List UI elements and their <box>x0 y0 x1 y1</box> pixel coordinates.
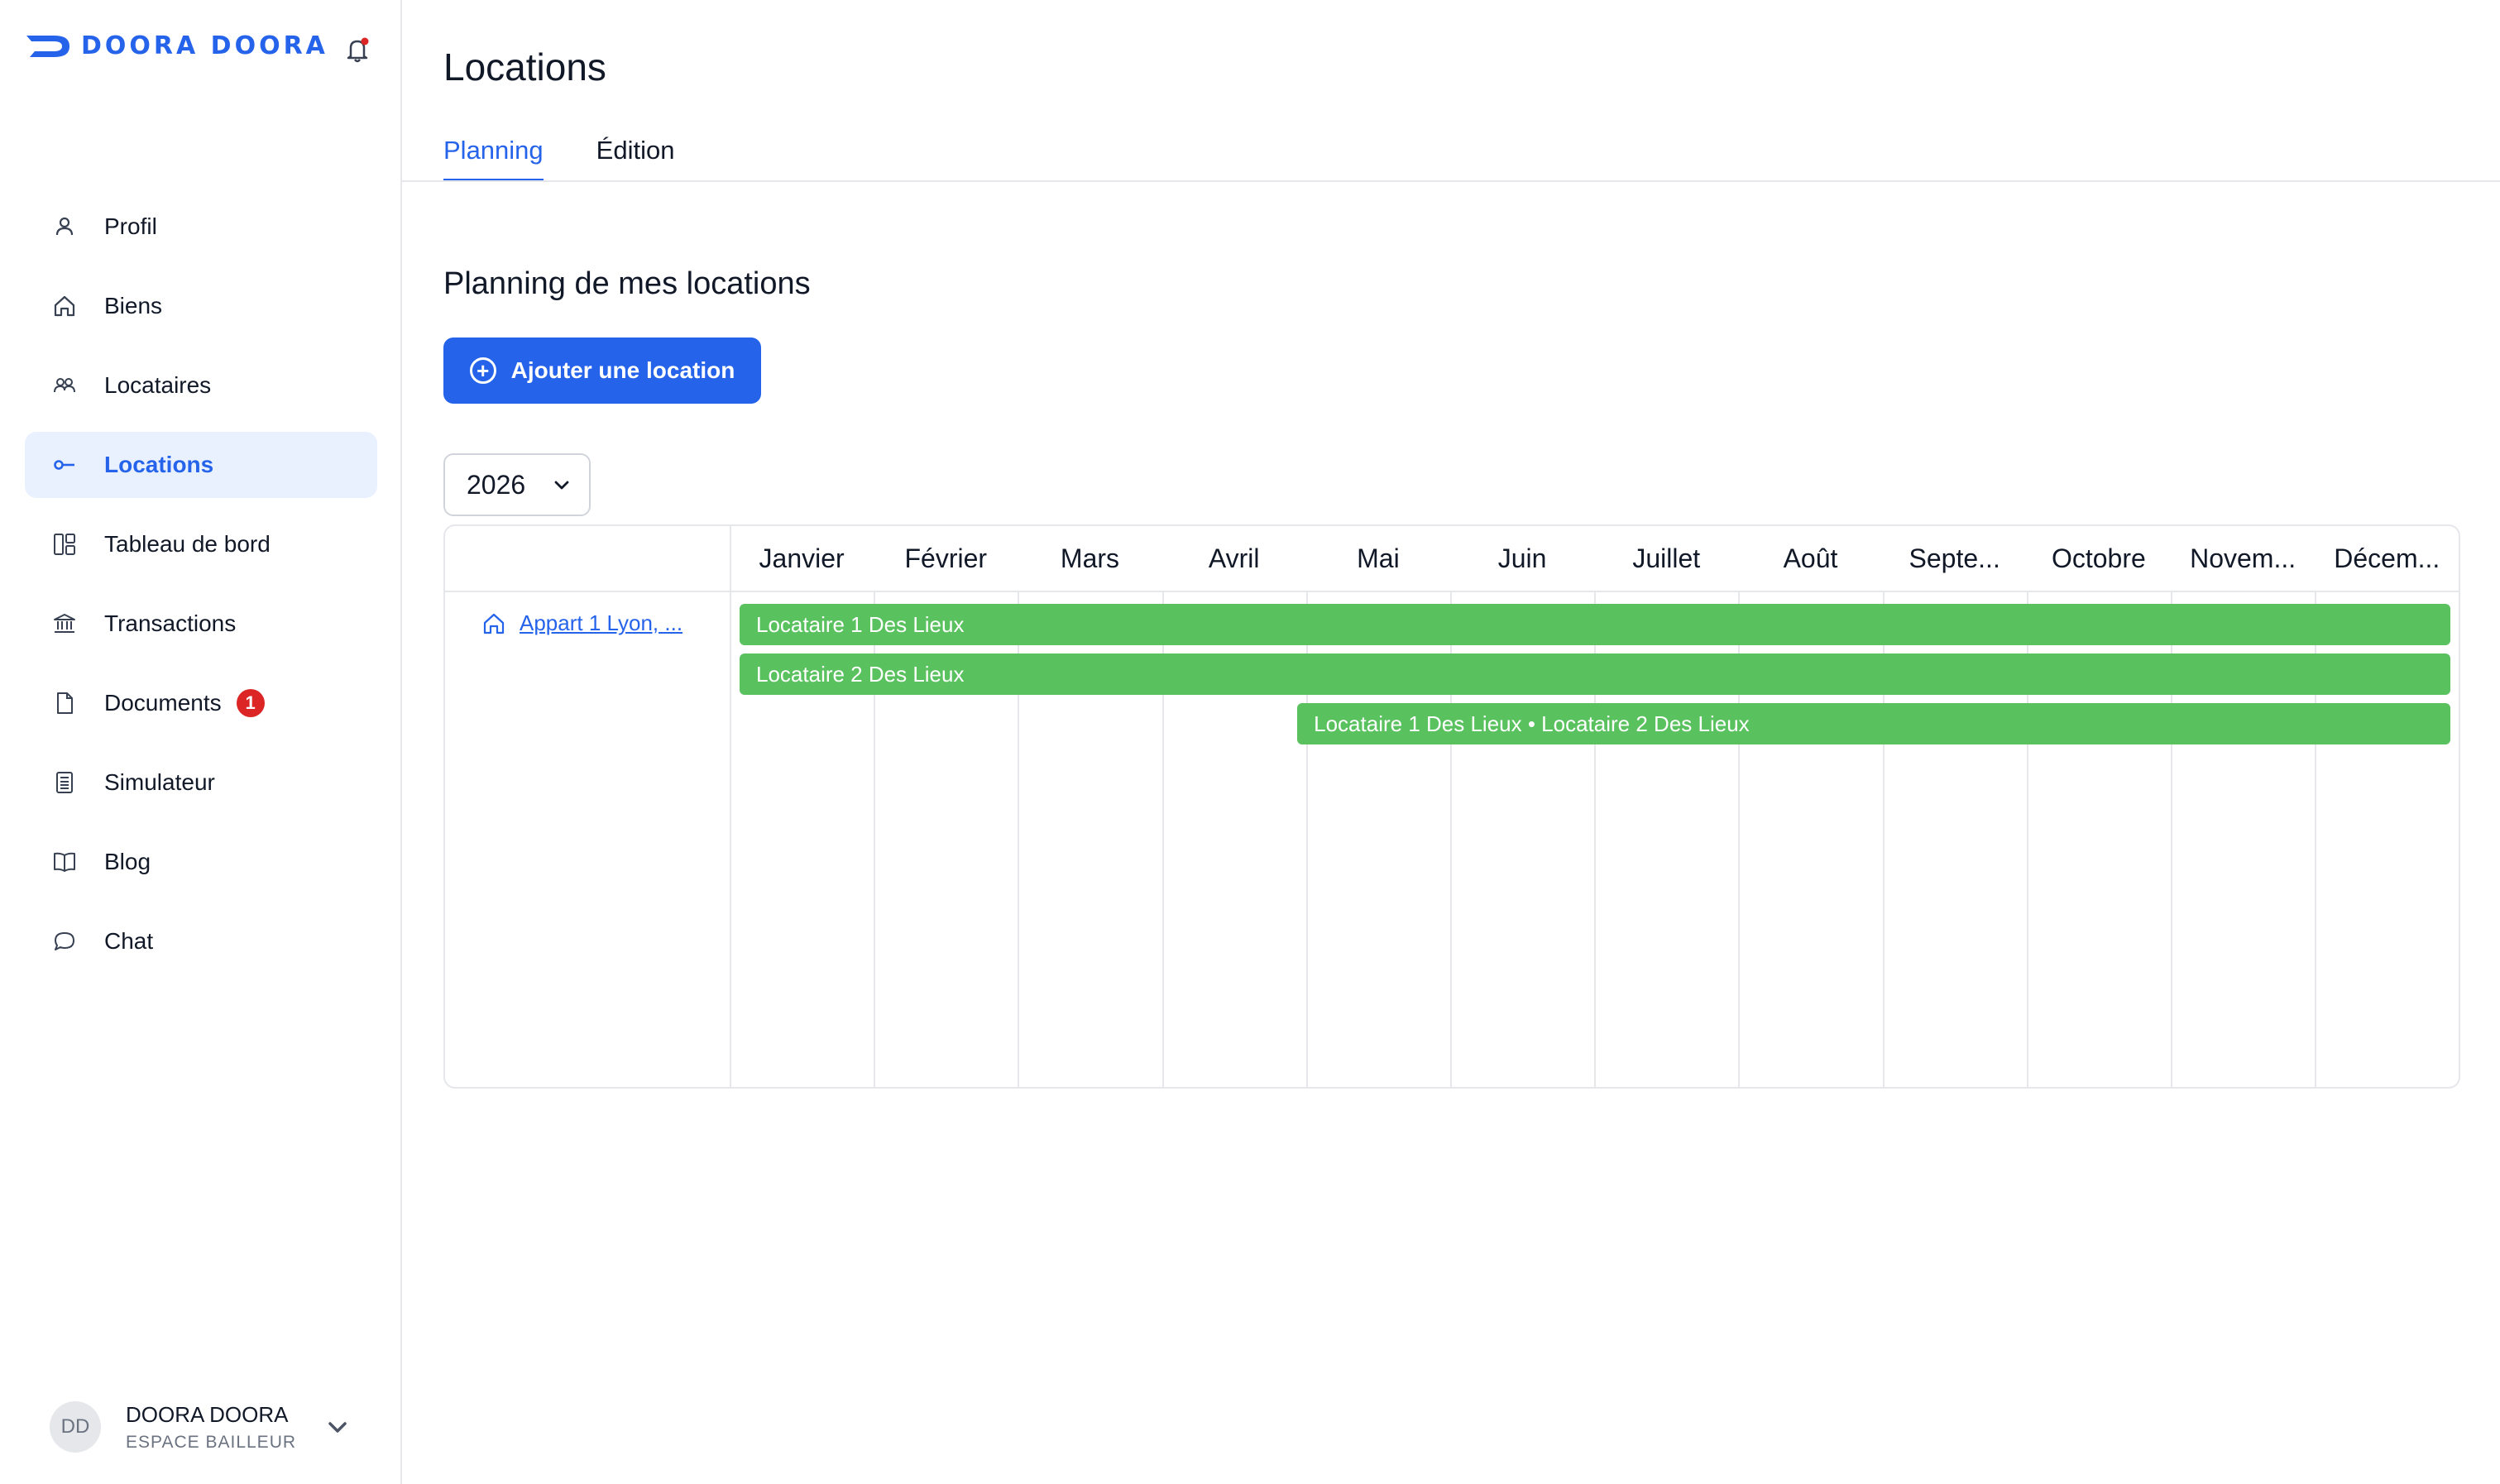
gantt-header-divider <box>445 591 2459 592</box>
sidebar-item-chat[interactable]: Chat <box>25 908 377 974</box>
calculator-icon <box>50 768 79 797</box>
users-icon <box>50 371 79 400</box>
sidebar-item-label: Tableau de bord <box>104 531 271 557</box>
brand-logo[interactable]: DOORA DOORA <box>25 31 328 60</box>
month-header: Mars <box>1060 543 1120 573</box>
tabs-divider <box>402 180 2500 182</box>
notification-bell-icon[interactable] <box>341 33 374 66</box>
dashboard-icon <box>50 529 79 559</box>
doora-logo-icon <box>26 35 69 57</box>
sidebar-item-transactions[interactable]: Transactions <box>25 591 377 657</box>
sidebar-item-label: Chat <box>104 928 154 954</box>
home-icon <box>50 291 79 321</box>
sidebar: DOORA DOORA Profil Biens Locataires Loca… <box>0 0 402 1484</box>
avatar: DD <box>50 1401 101 1453</box>
sidebar-item-label: Profil <box>104 213 157 239</box>
property-row-label: Appart 1 Lyon, ... <box>481 610 682 636</box>
sidebar-item-label: Simulateur <box>104 769 215 795</box>
month-header: Mai <box>1357 543 1400 573</box>
sidebar-item-blog[interactable]: Blog <box>25 829 377 895</box>
sidebar-item-documents[interactable]: Documents 1 <box>25 670 377 736</box>
month-header: Avril <box>1208 543 1260 573</box>
sidebar-item-label: Biens <box>104 293 163 318</box>
plus-circle-icon: + <box>469 357 496 384</box>
month-header: Juin <box>1497 543 1547 573</box>
month-header: Février <box>904 543 988 573</box>
property-link[interactable]: Appart 1 Lyon, ... <box>520 610 682 636</box>
add-location-label: Ajouter une location <box>510 357 735 383</box>
sidebar-item-simulateur[interactable]: Simulateur <box>25 749 377 816</box>
chevron-down-icon[interactable] <box>323 1413 352 1443</box>
tab-bar: Planning Édition <box>443 136 674 182</box>
notification-badge: 1 <box>236 689 265 717</box>
document-icon <box>50 688 79 718</box>
month-header: Novem... <box>2190 543 2296 573</box>
rental-bar[interactable]: Locataire 1 Des Lieux • Locataire 2 Des … <box>1297 703 2451 744</box>
key-icon <box>50 450 79 480</box>
bank-icon <box>50 609 79 639</box>
sidebar-nav: Profil Biens Locataires Locations Tablea… <box>25 194 377 988</box>
month-header: Août <box>1783 543 1838 573</box>
sidebar-item-biens[interactable]: Biens <box>25 273 377 339</box>
sidebar-item-profil[interactable]: Profil <box>25 194 377 260</box>
chevron-down-icon <box>554 481 569 490</box>
brand-name: DOORA DOORA <box>81 31 328 60</box>
sidebar-item-label: Locataires <box>104 372 212 398</box>
home-icon <box>483 613 505 634</box>
sidebar-item-label: Transactions <box>104 610 237 636</box>
chat-icon <box>50 926 79 956</box>
sidebar-item-label: Documents <box>104 690 222 716</box>
year-select[interactable]: 2026 <box>443 453 591 516</box>
tab-planning[interactable]: Planning <box>443 136 544 182</box>
page-title: Locations <box>443 45 606 89</box>
book-icon <box>50 847 79 877</box>
month-header: Décem... <box>2334 543 2440 573</box>
year-value: 2026 <box>467 469 526 500</box>
gantt-column-divider <box>730 526 731 1087</box>
sidebar-item-tableau-de-bord[interactable]: Tableau de bord <box>25 511 377 577</box>
month-header: Octobre <box>2051 543 2146 573</box>
user-menu[interactable]: DD DOORA DOORA ESPACE BAILLEUR <box>50 1398 364 1456</box>
planning-gantt: Janvier Février Mars Avril Mai Juin Juillet Aoû… <box>443 524 2460 1089</box>
add-location-button[interactable]: + Ajouter une location <box>443 337 761 404</box>
user-role: ESPACE BAILLEUR <box>126 1432 297 1452</box>
rental-bar[interactable]: Locataire 1 Des Lieux <box>740 604 2451 645</box>
rental-bar[interactable]: Locataire 2 Des Lieux <box>740 653 2451 695</box>
user-name: DOORA DOORA <box>126 1401 289 1427</box>
month-header: Septe... <box>1909 543 2000 573</box>
sidebar-item-label: Blog <box>104 849 151 874</box>
user-icon <box>50 212 79 242</box>
section-title: Planning de mes locations <box>443 266 811 301</box>
month-header: Juillet <box>1632 543 1701 573</box>
sidebar-item-locations[interactable]: Locations <box>25 432 377 498</box>
sidebar-item-label: Locations <box>104 452 214 477</box>
month-header: Janvier <box>759 543 845 573</box>
tab-edition[interactable]: Édition <box>596 136 675 182</box>
user-info: DOORA DOORA ESPACE BAILLEUR <box>126 1402 296 1453</box>
sidebar-item-locataires[interactable]: Locataires <box>25 352 377 419</box>
